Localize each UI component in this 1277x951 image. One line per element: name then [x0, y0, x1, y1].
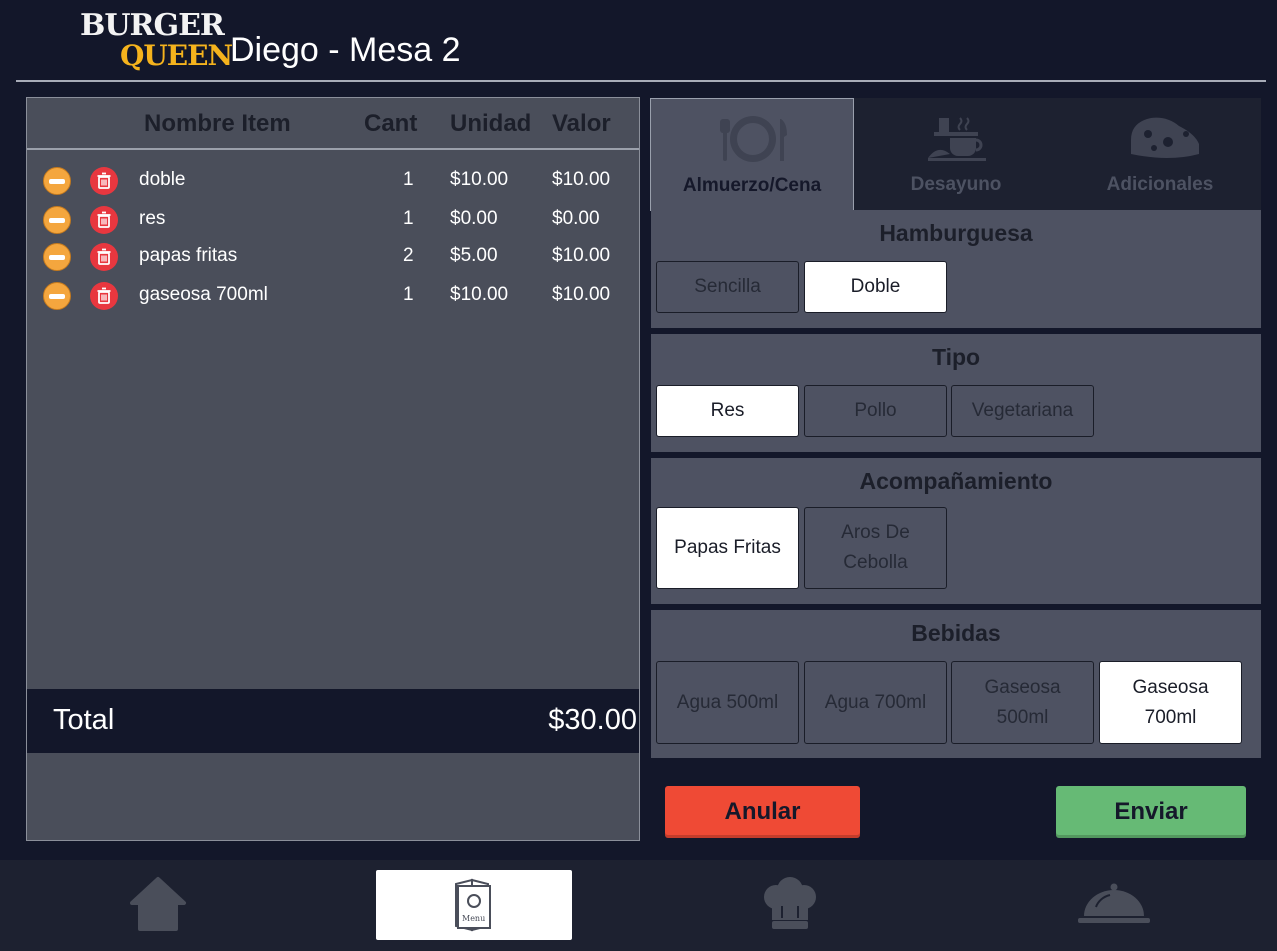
item-qty: 1 [403, 208, 414, 229]
section-title: Hamburguesa [879, 220, 1033, 246]
item-unit-price: $5.00 [450, 245, 498, 266]
section-title: Tipo [931, 344, 981, 370]
section-hamburguesa: Hamburguesa Sencilla Doble [651, 210, 1261, 328]
order-panel: Nombre Item Cant Unidad Valor doble 1 $1… [26, 97, 640, 841]
option-res[interactable]: Res [656, 385, 799, 437]
option-gaseosa-700ml[interactable]: Gaseosa 700ml [1099, 661, 1242, 744]
order-total-bar: Total $30.00 [27, 689, 639, 753]
item-unit-price: $10.00 [450, 169, 509, 190]
column-header-name: Nombre Item [144, 110, 291, 137]
section-tipo: Tipo Res Pollo Vegetariana [651, 334, 1261, 452]
tab-adicionales[interactable]: Adicionales [1058, 98, 1262, 210]
option-agua-700ml[interactable]: Agua 700ml [804, 661, 947, 744]
decrease-qty-button[interactable] [43, 282, 71, 310]
nav-menu-label: Menu [462, 914, 486, 923]
item-unit-price: $0.00 [450, 208, 498, 229]
serving-cloche-icon [1078, 883, 1150, 923]
home-icon [130, 877, 186, 931]
item-value: $10.00 [552, 245, 611, 266]
nav-serve[interactable] [1016, 860, 1212, 951]
tab-label: Adicionales [1106, 174, 1214, 195]
nav-kitchen[interactable] [692, 860, 888, 951]
tab-label: Almuerzo/Cena [682, 175, 822, 196]
section-title: Bebidas [911, 620, 1001, 646]
delete-item-button[interactable] [90, 243, 118, 271]
section-title: Acompañamiento [859, 468, 1053, 494]
item-name: gaseosa 700ml [139, 284, 268, 305]
order-row: res 1 $0.00 $0.00 [27, 203, 639, 239]
plate-cutlery-icon [720, 116, 787, 162]
nav-menu[interactable]: Menu [376, 870, 572, 940]
trash-icon [97, 248, 111, 265]
item-name: papas fritas [139, 245, 238, 266]
menu-icon [455, 878, 491, 932]
tab-desayuno[interactable]: Desayuno [854, 98, 1058, 210]
item-qty: 1 [403, 169, 414, 190]
bottom-nav: Menu [0, 860, 1277, 951]
order-row: gaseosa 700ml 1 $10.00 $10.00 [27, 279, 639, 315]
cheese-icon [1131, 117, 1199, 158]
trash-icon [97, 287, 111, 304]
chef-hat-icon [764, 877, 816, 929]
option-agua-500ml[interactable]: Agua 500ml [656, 661, 799, 744]
trash-icon [97, 211, 111, 228]
category-tabs: Almuerzo/Cena Desayuno Adicionales [650, 98, 1262, 211]
item-qty: 2 [403, 245, 414, 266]
option-pollo[interactable]: Pollo [804, 385, 947, 437]
decrease-qty-button[interactable] [43, 243, 71, 271]
trash-icon [97, 172, 111, 189]
item-value: $0.00 [552, 208, 600, 229]
delete-item-button[interactable] [90, 206, 118, 234]
order-table-header: Nombre Item Cant Unidad Valor [27, 98, 639, 150]
column-header-qty: Cant [364, 110, 418, 137]
send-button[interactable]: Enviar [1056, 786, 1246, 838]
burger-queen-logo: BURGER QUEEN [80, 9, 233, 73]
header-divider [16, 80, 1266, 82]
item-name: doble [139, 169, 186, 190]
total-label: Total [53, 704, 115, 736]
tab-almuerzo-cena[interactable]: Almuerzo/Cena [650, 98, 854, 211]
app-header: BURGER QUEEN Diego - Mesa 2 [0, 0, 1277, 82]
nav-home[interactable] [60, 860, 256, 951]
item-value: $10.00 [552, 169, 611, 190]
delete-item-button[interactable] [90, 282, 118, 310]
page-title: Diego - Mesa 2 [230, 31, 461, 69]
option-gaseosa-500ml[interactable]: Gaseosa 500ml [951, 661, 1094, 744]
item-unit-price: $10.00 [450, 284, 509, 305]
decrease-qty-button[interactable] [43, 167, 71, 195]
total-value: $30.00 [548, 704, 637, 736]
item-value: $10.00 [552, 284, 611, 305]
order-row: papas fritas 2 $5.00 $10.00 [27, 240, 639, 276]
option-aros-de-cebolla[interactable]: Aros De Cebolla [804, 507, 947, 589]
logo-text-burger: BURGER [80, 8, 225, 43]
logo-text-queen: QUEEN [120, 39, 233, 72]
option-sencilla[interactable]: Sencilla [656, 261, 799, 313]
tab-label: Desayuno [910, 174, 1002, 195]
section-bebidas: Bebidas Agua 500ml Agua 700ml Gaseosa 50… [651, 610, 1261, 758]
option-doble[interactable]: Doble [804, 261, 947, 313]
decrease-qty-button[interactable] [43, 206, 71, 234]
option-papas-fritas[interactable]: Papas Fritas [656, 507, 799, 589]
option-vegetariana[interactable]: Vegetariana [951, 385, 1094, 437]
item-qty: 1 [403, 284, 414, 305]
coffee-breakfast-icon [928, 117, 986, 161]
delete-item-button[interactable] [90, 167, 118, 195]
item-name: res [139, 208, 166, 229]
section-acompanamiento: Acompañamiento Papas Fritas Aros De Cebo… [651, 458, 1261, 604]
order-row: doble 1 $10.00 $10.00 [27, 164, 639, 200]
cancel-button[interactable]: Anular [665, 786, 860, 838]
column-header-value: Valor [552, 110, 611, 137]
column-header-unit: Unidad [450, 110, 532, 137]
